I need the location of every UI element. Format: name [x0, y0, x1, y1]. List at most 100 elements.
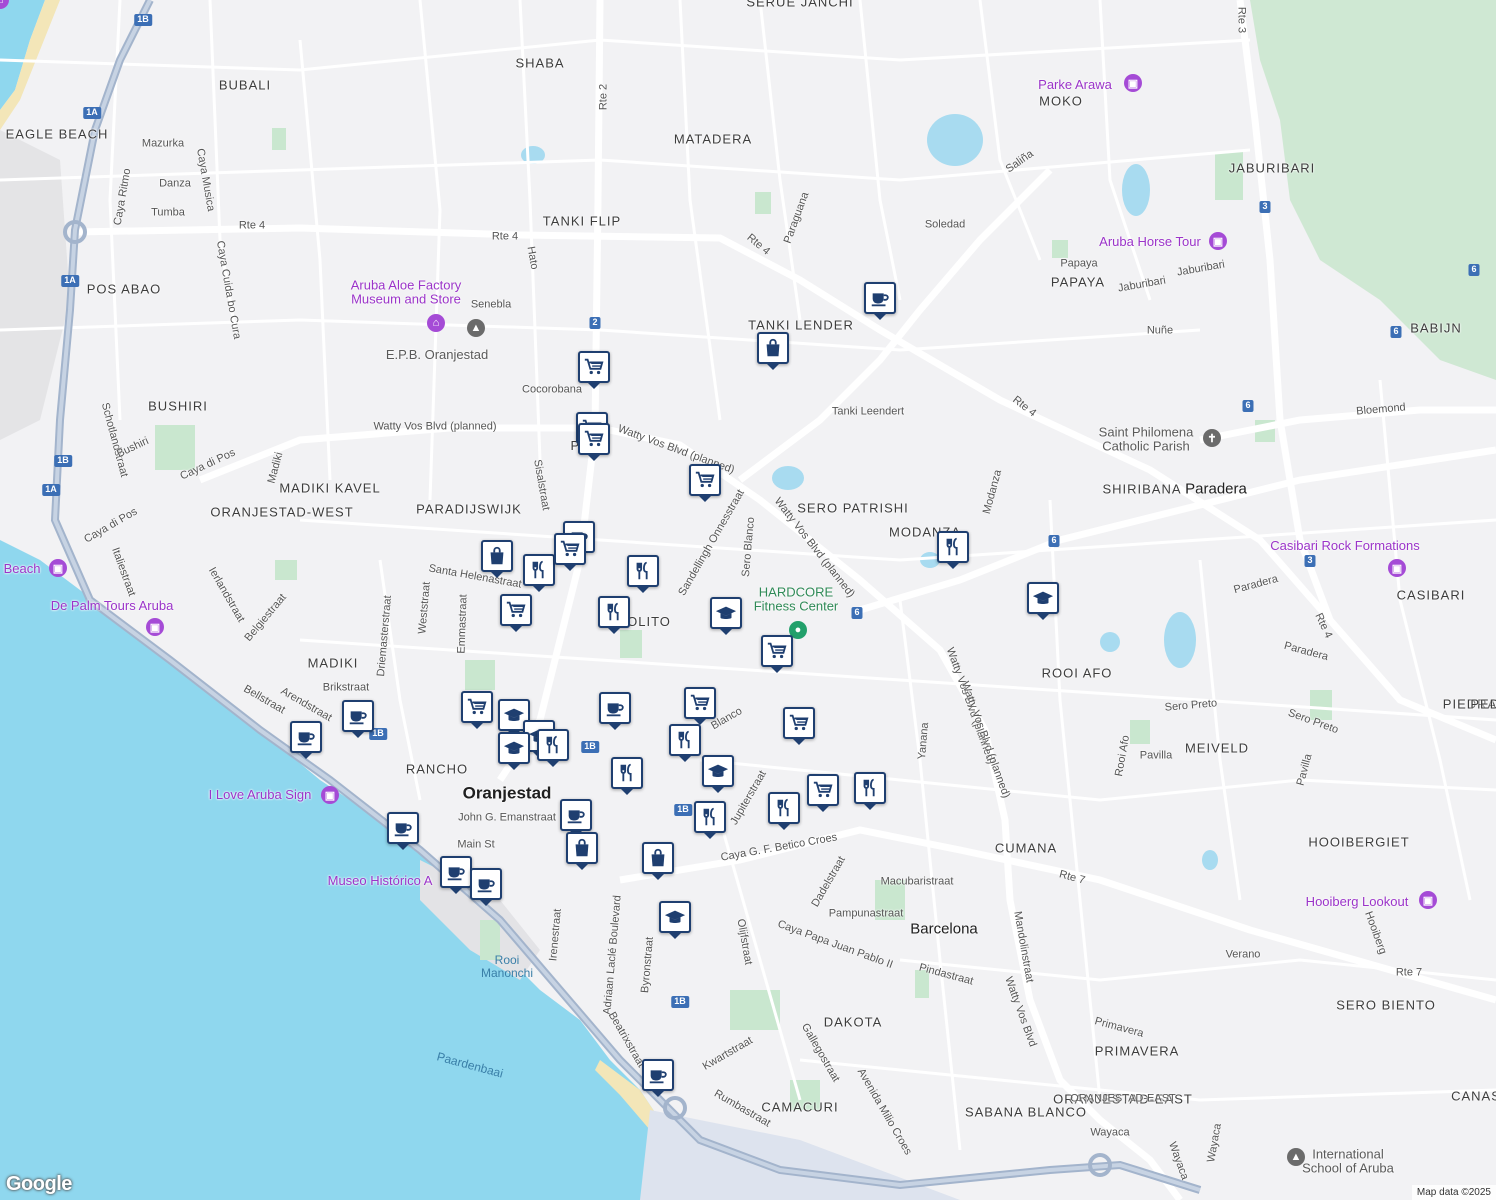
- camera-icon[interactable]: ▣: [1124, 74, 1142, 92]
- cafe-marker[interactable]: [560, 799, 592, 837]
- restaurant-marker[interactable]: [768, 792, 800, 830]
- camera-icon[interactable]: ▣: [49, 559, 67, 577]
- area-label-madiki: MADIKI: [307, 655, 359, 671]
- school-marker[interactable]: [1027, 582, 1059, 620]
- poi-label-hooiberg-lookout[interactable]: Hooiberg Lookout: [1306, 894, 1409, 909]
- cart-marker[interactable]: [461, 691, 493, 729]
- area-label-shiribana: SHIRIBANA: [1102, 481, 1182, 497]
- street-label-oranjestad-east-st: ORANJESTAD-EAST: [1070, 1092, 1176, 1105]
- cafe-marker[interactable]: [864, 282, 896, 320]
- cafe-marker[interactable]: [387, 812, 419, 850]
- poi-label-aloe-factory[interactable]: Aruba Aloe Factory Museum and Store: [351, 278, 462, 308]
- route-shield: 1B: [674, 804, 692, 816]
- museum-icon[interactable]: ⌂: [427, 314, 445, 332]
- street-label-nune: Nuñe: [1146, 324, 1174, 337]
- school-icon[interactable]: ▲: [1287, 1148, 1305, 1166]
- park: [730, 990, 780, 1030]
- cart-marker[interactable]: [783, 707, 815, 745]
- street-label-watty-planned-1: Watty Vos Blvd (planned): [373, 420, 497, 433]
- street-label-john-emanstraat: John G. Emanstraat: [458, 811, 556, 824]
- restaurant-icon: [773, 797, 795, 819]
- area-label-rooi-afo: ROOI AFO: [1041, 665, 1113, 681]
- cafe-marker[interactable]: [290, 721, 322, 759]
- school-marker[interactable]: [710, 597, 742, 635]
- cafe-marker[interactable]: [599, 692, 631, 730]
- restaurant-icon: [632, 560, 654, 582]
- restaurant-marker[interactable]: [598, 596, 630, 634]
- lake: [1122, 164, 1150, 216]
- cafe-icon: [869, 287, 891, 309]
- cart-icon: [788, 712, 810, 734]
- cart-marker[interactable]: [807, 774, 839, 812]
- camera-icon[interactable]: ▣: [1388, 559, 1406, 577]
- street-label-rte7-east: Rte 7: [1395, 966, 1423, 979]
- area-label-pos-abao: POS ABAO: [86, 281, 162, 297]
- shopping-bag-marker[interactable]: [481, 540, 513, 578]
- restaurant-marker[interactable]: [523, 554, 555, 592]
- poi-label-international-school[interactable]: International School of Aruba: [1302, 1147, 1394, 1177]
- poi-label-saint-philomena[interactable]: Saint Philomena Catholic Parish: [1099, 425, 1194, 455]
- cafe-marker[interactable]: [342, 700, 374, 738]
- poi-label-epb[interactable]: E.P.B. Oranjestad: [386, 347, 488, 362]
- poi-label-i-love-aruba[interactable]: I Love Aruba Sign: [209, 787, 312, 802]
- restaurant-marker[interactable]: [669, 724, 701, 762]
- restaurant-marker[interactable]: [694, 801, 726, 839]
- restaurant-icon: [859, 777, 881, 799]
- camera-icon[interactable]: ▣: [146, 618, 164, 636]
- school-marker[interactable]: [498, 732, 530, 770]
- map-canvas[interactable]: SHABA BUBALI EAGLE BEACH MATADERA MOKO JABURI…: [0, 0, 1496, 1200]
- poi-label-parke-arawa[interactable]: Parke Arawa: [1038, 77, 1112, 92]
- cafe-marker[interactable]: [440, 856, 472, 894]
- restaurant-marker[interactable]: [854, 772, 886, 810]
- cart-marker[interactable]: [689, 464, 721, 502]
- street-label-cocorobana: Cocorobana: [522, 383, 582, 396]
- area-label-dakota: DAKOTA: [823, 1014, 883, 1030]
- camera-icon[interactable]: ▣: [1419, 891, 1437, 909]
- poi-label-museo-historico[interactable]: Museo Histórico A: [328, 873, 433, 888]
- poi-label-eagle-beach-poi[interactable]: Beach: [4, 561, 41, 576]
- camera-icon[interactable]: ▣: [321, 786, 339, 804]
- shopping-bag-marker[interactable]: [566, 832, 598, 870]
- cart-marker[interactable]: [578, 351, 610, 389]
- school-marker[interactable]: [702, 755, 734, 793]
- cart-marker[interactable]: [761, 635, 793, 673]
- area-label-canas: CANAS: [1451, 1088, 1496, 1104]
- cafe-marker[interactable]: [470, 868, 502, 906]
- cart-marker[interactable]: [578, 423, 610, 461]
- cart-marker[interactable]: [500, 594, 532, 632]
- area-label-sero-biento: SERO BIENTO: [1336, 997, 1436, 1013]
- route-shield: 1A: [61, 275, 79, 287]
- school-marker[interactable]: [659, 901, 691, 939]
- area-label-sero-patrishi: SERO PATRISHI: [797, 500, 909, 516]
- shopping-bag-icon: [762, 337, 784, 359]
- school-icon[interactable]: ▲: [467, 319, 485, 337]
- cart-marker[interactable]: [554, 533, 586, 571]
- church-icon[interactable]: ✝: [1203, 429, 1221, 447]
- poi-label-casibari-rock[interactable]: Casibari Rock Formations: [1270, 538, 1420, 553]
- shopping-bag-marker[interactable]: [642, 842, 674, 880]
- area-label-meiveld: MEIVELD: [1184, 740, 1250, 756]
- bloemond-road: [1199, 406, 1496, 444]
- restaurant-icon: [542, 734, 564, 756]
- street-label-soledad: Soledad: [924, 218, 966, 231]
- cart-icon: [583, 356, 605, 378]
- restaurant-icon: [699, 806, 721, 828]
- restaurant-marker[interactable]: [627, 555, 659, 593]
- street-label-tanki-leendert: Tanki Leendert: [831, 405, 905, 418]
- area-label-tanki-flip: TANKI FLIP: [542, 213, 622, 229]
- camera-icon[interactable]: ▣: [1209, 232, 1227, 250]
- restaurant-marker[interactable]: [611, 757, 643, 795]
- poi-label-aruba-horse-tour[interactable]: Aruba Horse Tour: [1099, 234, 1201, 249]
- restaurant-marker[interactable]: [537, 729, 569, 767]
- poi-label-rooi-manonchi[interactable]: Rooi Manonchi: [481, 953, 533, 980]
- restaurant-marker[interactable]: [937, 531, 969, 569]
- cafe-marker[interactable]: [642, 1059, 674, 1097]
- shopping-bag-marker[interactable]: [757, 332, 789, 370]
- poi-label-de-palm[interactable]: De Palm Tours Aruba: [51, 598, 174, 613]
- cart-icon: [812, 779, 834, 801]
- lake: [1100, 632, 1120, 652]
- poi-label-polito[interactable]: OLITO: [627, 614, 671, 629]
- poi-label-hardcore[interactable]: HARDCORE Fitness Center: [754, 585, 839, 615]
- map-attribution[interactable]: Map data ©2025: [1411, 1185, 1496, 1200]
- cart-marker[interactable]: [684, 687, 716, 725]
